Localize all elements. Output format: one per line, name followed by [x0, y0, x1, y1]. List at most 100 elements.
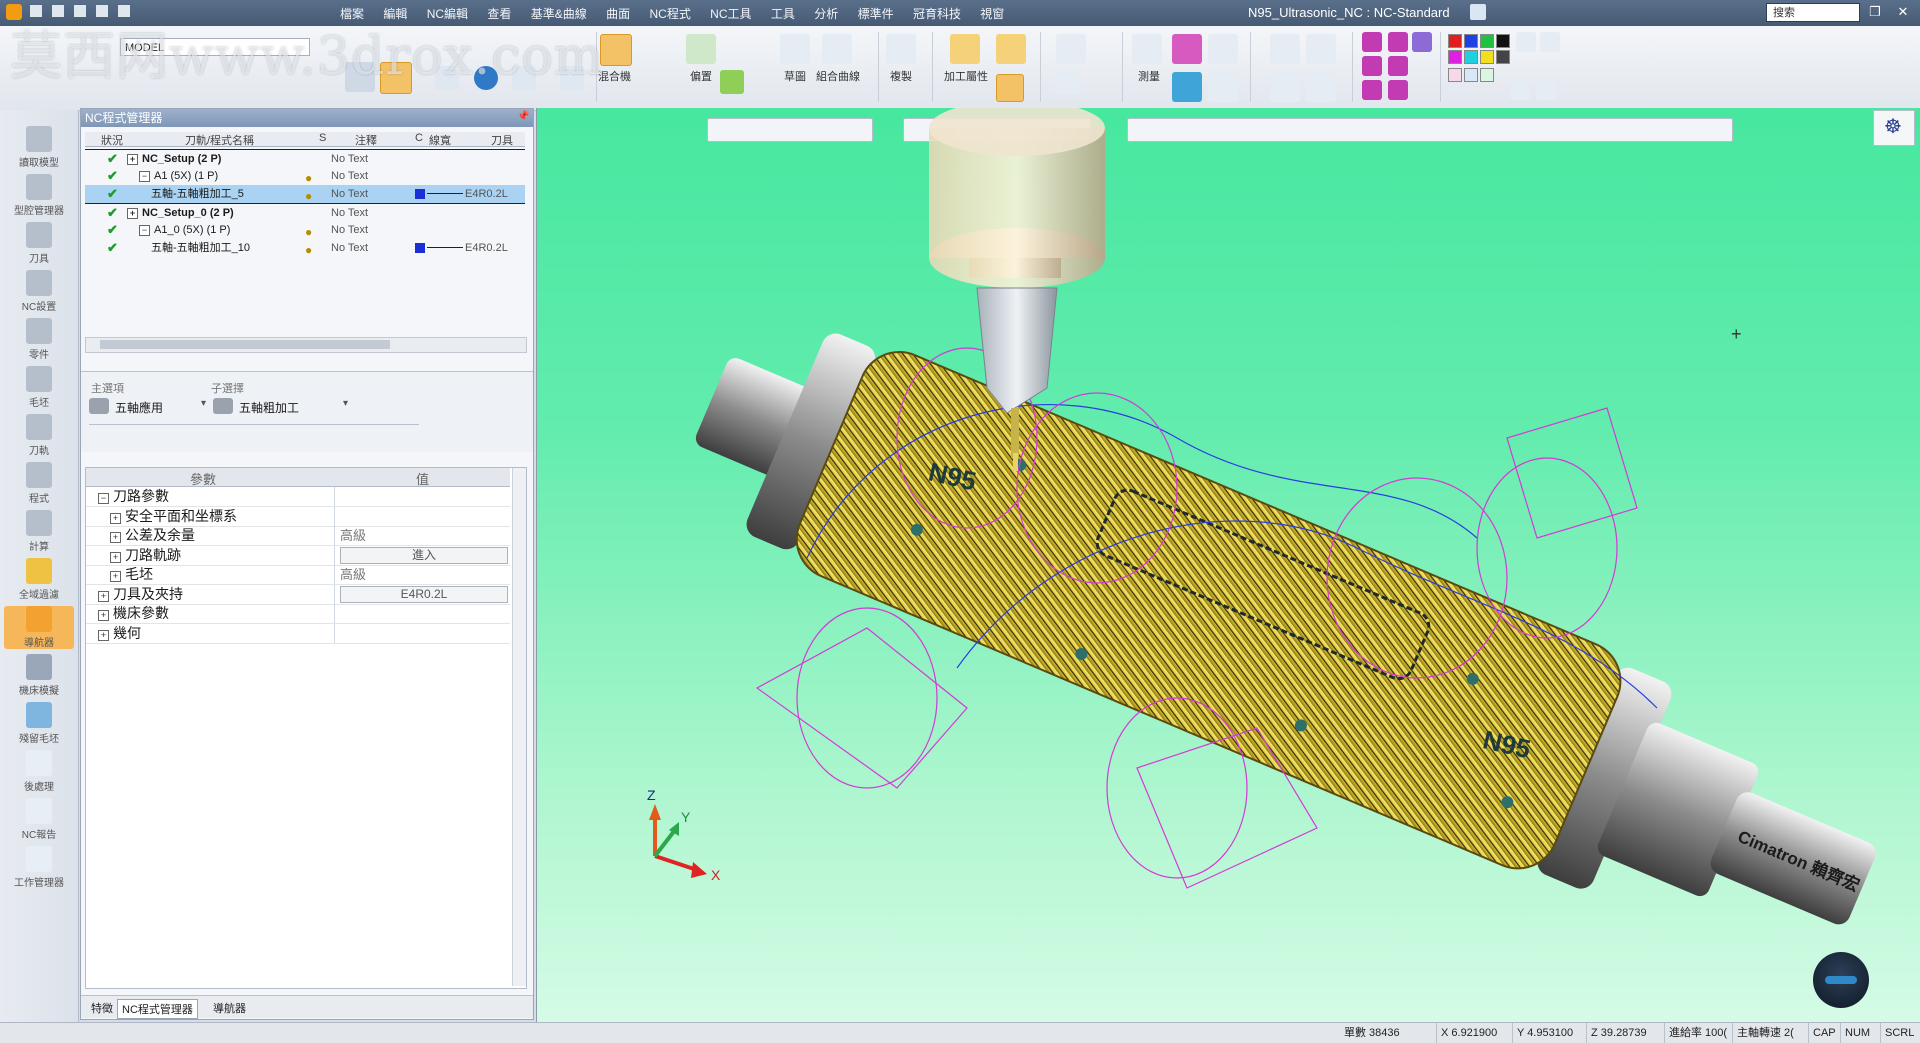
expand-toggle[interactable]: − [139, 171, 150, 182]
offset-icon[interactable] [686, 34, 716, 64]
path-color-swatch[interactable] [415, 189, 425, 199]
expand-toggle[interactable]: + [110, 571, 121, 582]
open-icon[interactable] [52, 5, 64, 17]
expand-toggle[interactable]: + [127, 208, 138, 219]
zoom-icon[interactable] [1270, 72, 1300, 102]
nav-item-stock[interactable]: 毛坯 [4, 366, 74, 409]
sketch-icon[interactable] [780, 34, 810, 64]
menu-item-tools[interactable]: 工具 [771, 7, 795, 21]
menu-item-standard-parts[interactable]: 標準件 [858, 7, 894, 21]
list-icon[interactable] [435, 66, 459, 90]
nav-item-remaining-stock[interactable]: 殘留毛坯 [4, 702, 74, 745]
expand-toggle[interactable]: + [127, 154, 138, 165]
copy-icon[interactable] [886, 34, 916, 64]
paint-icon[interactable] [1536, 80, 1556, 100]
surface-icon[interactable] [720, 70, 744, 94]
redo-icon[interactable] [118, 5, 130, 17]
layout-icon[interactable] [1470, 4, 1486, 20]
tree-horizontal-scrollbar[interactable] [85, 337, 527, 353]
view-right-icon[interactable] [1362, 56, 1382, 76]
menu-item-nc-tools[interactable]: NC工具 [710, 7, 751, 21]
col-c[interactable]: C [415, 132, 423, 144]
main-choice-select[interactable]: 五軸應用 ▾ [89, 396, 209, 416]
display-icon[interactable] [1172, 72, 1202, 102]
expand-toggle[interactable]: + [98, 629, 109, 641]
nav-item-tool[interactable]: 刀具 [4, 222, 74, 265]
tree-icon[interactable] [560, 66, 584, 90]
tab-features[interactable]: 特徵 [87, 999, 117, 1017]
col-tool[interactable]: 刀具 [491, 132, 513, 148]
dimension-icon[interactable] [1056, 34, 1086, 64]
redraw-icon[interactable] [345, 62, 375, 92]
quick-access-toolbar[interactable] [30, 5, 290, 21]
properties-icon[interactable] [512, 66, 536, 90]
nav-item-machine-sim[interactable]: 機床模擬 [4, 654, 74, 697]
pick-color-icon[interactable] [1510, 80, 1530, 100]
expand-toggle[interactable]: + [98, 590, 109, 602]
param-row[interactable]: − 刀路參數 [86, 487, 510, 507]
tab-nc-manager[interactable]: NC程式管理器 [117, 999, 198, 1019]
param-row[interactable]: + 公差及余量 高級 [86, 526, 510, 546]
view-back-icon[interactable] [1362, 80, 1382, 100]
menu-item-datum-curve[interactable]: 基準&曲線 [531, 7, 587, 21]
nc-tree-row[interactable]: ✔ + NC_Setup_0 (2 P) No Text [85, 203, 525, 222]
col-name[interactable]: 刀軌/程式名稱 [185, 132, 254, 148]
nav-item-post-process[interactable]: 後處理 [4, 750, 74, 793]
col-status[interactable]: 狀況 [101, 132, 123, 148]
tool-holder-icon[interactable] [996, 34, 1026, 64]
zoom-all-icon[interactable] [1306, 34, 1336, 64]
tool-attr-icon[interactable] [996, 74, 1024, 102]
nav-item-part[interactable]: 零件 [4, 318, 74, 361]
expand-toggle[interactable]: − [139, 225, 150, 236]
model-selector[interactable]: MODEL [120, 38, 310, 56]
nc-tree-row[interactable]: ✔ − A1_0 (5X) (1 P) ● No Text [85, 221, 525, 239]
line-style-icon[interactable] [1516, 32, 1536, 52]
view-iso-icon[interactable] [1362, 32, 1382, 52]
blend-icon[interactable] [600, 34, 632, 66]
sub-choice-select[interactable]: 五軸粗加工 ▾ [213, 396, 353, 416]
nc-tree-row[interactable]: ✔ 五軸-五軸粗加工_5 ● No Text E4R0.2L [85, 185, 525, 203]
param-row[interactable]: + 機床參數 [86, 604, 510, 624]
menu-item-analysis[interactable]: 分析 [814, 7, 838, 21]
scroll-thumb[interactable] [100, 340, 390, 349]
nav-item-cavity-manager[interactable]: 型腔管理器 [4, 174, 74, 217]
pin-icon[interactable]: 📌 [517, 111, 529, 122]
nav-item-nc-report[interactable]: NC報告 [4, 798, 74, 841]
menu-item-window[interactable]: 視窗 [980, 7, 1004, 21]
nav-item-global-filter[interactable]: 全域過濾 [4, 558, 74, 601]
view-left-icon[interactable] [1388, 56, 1408, 76]
text-icon[interactable] [1056, 70, 1080, 94]
graphics-viewport[interactable]: ☸ + N95 N95 Cimatron 賴齊宏 Z X Y [536, 108, 1920, 1022]
axis-icon[interactable] [1208, 72, 1238, 102]
machining-attr-icon[interactable] [950, 34, 980, 64]
view-front-icon[interactable] [1388, 32, 1408, 52]
layers-icon[interactable] [1172, 34, 1202, 64]
expand-toggle[interactable]: − [98, 493, 109, 504]
visibility-bulb-icon[interactable]: ● [305, 241, 312, 259]
new-icon[interactable] [30, 5, 42, 17]
nav-item-navigator[interactable]: 導航器 [4, 606, 74, 649]
simulation-indicator[interactable] [1813, 952, 1869, 1008]
save-icon[interactable] [74, 5, 86, 17]
nav-item-program[interactable]: 程式 [4, 462, 74, 505]
expand-toggle[interactable]: + [98, 610, 109, 621]
undo-icon[interactable] [96, 5, 108, 17]
nc-tree-row[interactable]: ✔ + NC_Setup (2 P) No Text [85, 149, 525, 168]
expand-toggle[interactable]: + [110, 512, 121, 524]
view-top-icon[interactable] [1412, 32, 1432, 52]
param-value-button[interactable]: E4R0.2L [340, 585, 508, 603]
param-value-button[interactable]: 進入 [340, 546, 508, 564]
composite-curve-icon[interactable] [822, 34, 852, 64]
search-icon[interactable]: ⌕ [1814, 5, 1821, 21]
nav-item-toolpath[interactable]: 刀軌 [4, 414, 74, 457]
param-row[interactable]: + 安全平面和坐標系 [86, 506, 510, 527]
menu-item-guanyu[interactable]: 冠育科技 [913, 7, 961, 21]
path-color-swatch[interactable] [415, 243, 425, 253]
nav-item-nc-setup[interactable]: NC設置 [4, 270, 74, 313]
filter-icon[interactable] [1208, 34, 1238, 64]
restore-button[interactable]: ❐ [1864, 3, 1886, 21]
close-button[interactable]: ✕ [1892, 3, 1914, 21]
expand-toggle[interactable]: + [110, 532, 121, 543]
nav-item-compute[interactable]: 計算 [4, 510, 74, 553]
nav-item-load-model[interactable]: 讀取模型 [4, 126, 74, 169]
